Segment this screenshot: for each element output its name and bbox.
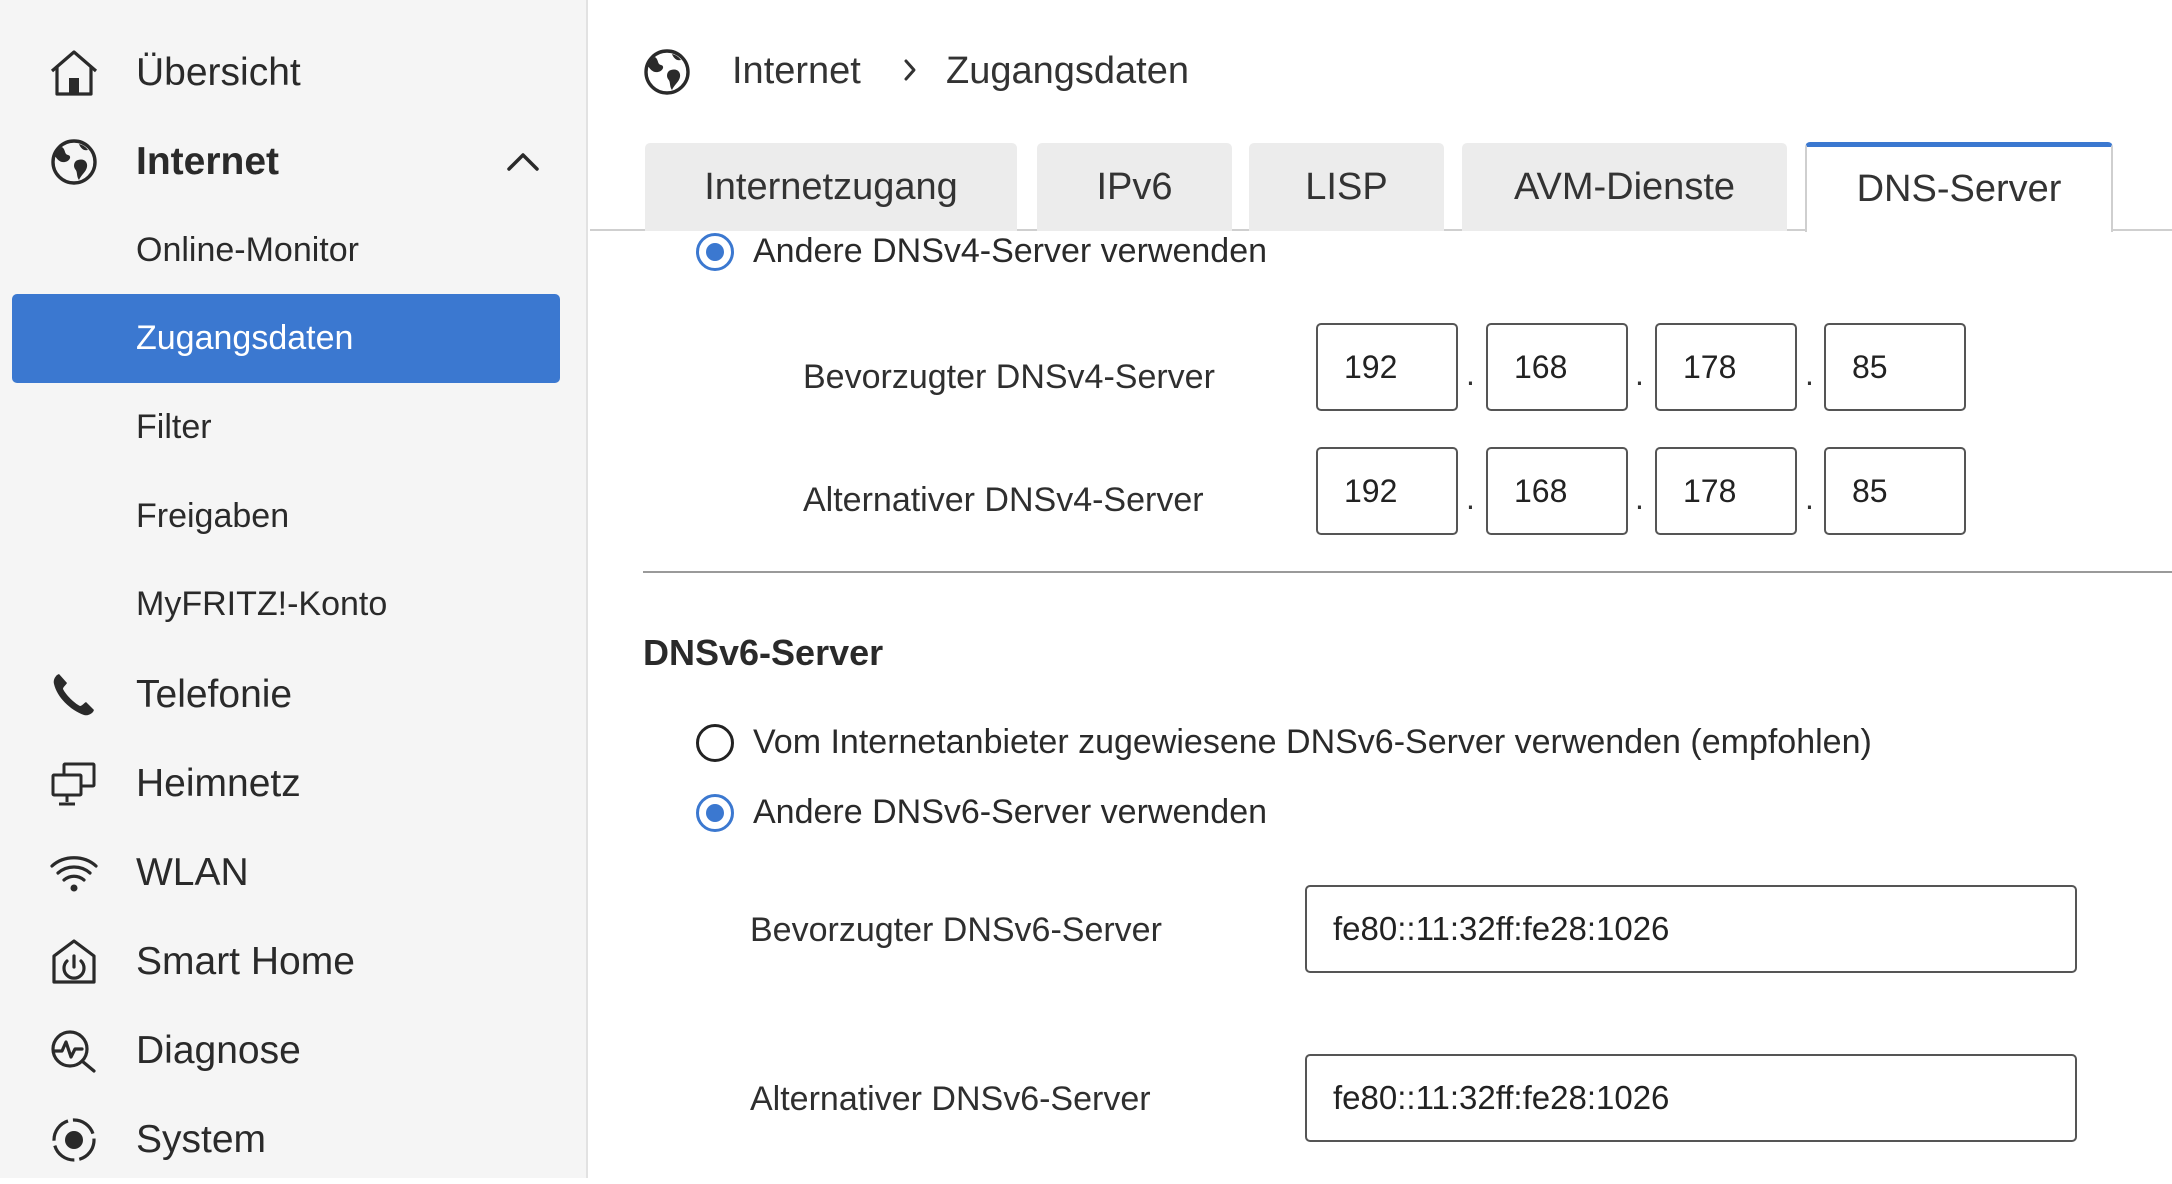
diagnose-icon [48, 1025, 100, 1077]
dnsv6-other-radio[interactable] [696, 794, 734, 832]
sidebar-item-telefonie[interactable]: Telefonie [0, 650, 588, 739]
sidebar-item-label: Internet [136, 139, 280, 183]
sidebar-item-heimnetz[interactable]: Heimnetz [0, 739, 588, 828]
sidebar-subitem-label: MyFRITZ!-Konto [136, 585, 388, 623]
power-icon [48, 936, 100, 988]
dnsv4-alternate-octet-2[interactable] [1486, 447, 1628, 535]
breadcrumb-current: Zugangsdaten [946, 50, 1189, 92]
dnsv4-preferred-label: Bevorzugter DNSv4-Server [803, 358, 1215, 396]
dnsv6-section-title: DNSv6-Server [643, 632, 884, 673]
dnsv4-other-label[interactable]: Andere DNSv4-Server verwenden [753, 232, 1267, 271]
dnsv4-alternate-octet-3[interactable] [1655, 447, 1797, 535]
dnsv4-alternate-octet-4[interactable] [1824, 447, 1966, 535]
tab-avm-dienste[interactable]: AVM-Dienste [1462, 143, 1787, 231]
sidebar-item-label: Übersicht [136, 50, 301, 94]
chevron-up-icon[interactable] [503, 142, 543, 182]
ip-dot-separator: . [1635, 356, 1644, 392]
dnsv6-alternate-label: Alternativer DNSv6-Server [750, 1080, 1151, 1118]
home-icon [48, 47, 100, 99]
sidebar-subitem-filter[interactable]: Filter [12, 383, 560, 472]
sidebar-subitem-label: Freigaben [136, 497, 290, 535]
sidebar-item-label: Telefonie [136, 672, 293, 716]
sidebar-item-internet[interactable]: Internet [0, 117, 588, 206]
ip-dot-separator: . [1466, 480, 1475, 516]
sidebar-item-smart-home[interactable]: Smart Home [0, 917, 588, 1006]
sidebar-item-label: WLAN [136, 850, 249, 894]
dnsv6-other-label[interactable]: Andere DNSv6-Server verwenden [753, 793, 1267, 832]
dnsv4-preferred-octet-1[interactable] [1316, 323, 1458, 411]
dnsv6-alternate-input[interactable] [1305, 1054, 2077, 1142]
sidebar-subitem-label: Filter [136, 408, 212, 446]
tab-lisp[interactable]: LISP [1249, 143, 1444, 231]
breadcrumb-root[interactable]: Internet [732, 50, 861, 93]
sidebar-item-label: Heimnetz [136, 761, 301, 805]
sidebar-item-label: Diagnose [136, 1028, 301, 1072]
tab-internetzugang[interactable]: Internetzugang [645, 143, 1017, 231]
dnsv4-preferred-octet-4[interactable] [1824, 323, 1966, 411]
dnsv6-preferred-label: Bevorzugter DNSv6-Server [750, 911, 1162, 949]
sidebar-subitem-myfritz-konto[interactable]: MyFRITZ!-Konto [12, 560, 560, 649]
tab-ipv6[interactable]: IPv6 [1037, 143, 1232, 231]
globe-icon [641, 46, 693, 98]
globe-icon [48, 136, 100, 188]
ip-dot-separator: . [1805, 480, 1814, 516]
sidebar: Übersicht Internet Online-Monitor Zugang… [0, 0, 588, 1178]
sidebar-subitem-label: Online-Monitor [136, 231, 359, 269]
sidebar-item-system[interactable]: System [0, 1095, 588, 1184]
phone-icon [48, 669, 100, 721]
dnsv4-other-radio[interactable] [696, 233, 734, 271]
wifi-icon [48, 847, 100, 899]
sidebar-item-diagnose[interactable]: Diagnose [0, 1006, 588, 1095]
dnsv6-preferred-input[interactable] [1305, 885, 2077, 973]
sidebar-item-uebersicht[interactable]: Übersicht [0, 28, 588, 117]
tab-dns-server[interactable]: DNS-Server [1805, 142, 2113, 232]
chevron-right-icon [898, 58, 922, 82]
ip-dot-separator: . [1805, 356, 1814, 392]
dnsv4-alternate-label: Alternativer DNSv4-Server [803, 481, 1204, 519]
dnsv4-preferred-octet-3[interactable] [1655, 323, 1797, 411]
sidebar-subitem-label: Zugangsdaten [136, 319, 354, 357]
network-icon [48, 758, 100, 810]
ip-dot-separator: . [1635, 480, 1644, 516]
section-divider [643, 571, 2172, 573]
dnsv4-alternate-octet-1[interactable] [1316, 447, 1458, 535]
sidebar-item-label: System [136, 1117, 267, 1161]
sidebar-subitem-online-monitor[interactable]: Online-Monitor [12, 206, 560, 295]
dnsv6-provider-radio[interactable] [696, 724, 734, 762]
system-icon [48, 1114, 100, 1166]
dnsv6-provider-label[interactable]: Vom Internetanbieter zugewiesene DNSv6-S… [753, 723, 1872, 762]
ip-dot-separator: . [1466, 356, 1475, 392]
sidebar-item-wlan[interactable]: WLAN [0, 828, 588, 917]
sidebar-subitem-zugangsdaten[interactable]: Zugangsdaten [12, 294, 560, 383]
sidebar-item-label: Smart Home [136, 939, 355, 983]
sidebar-subitem-freigaben[interactable]: Freigaben [12, 472, 560, 561]
dnsv4-preferred-octet-2[interactable] [1486, 323, 1628, 411]
